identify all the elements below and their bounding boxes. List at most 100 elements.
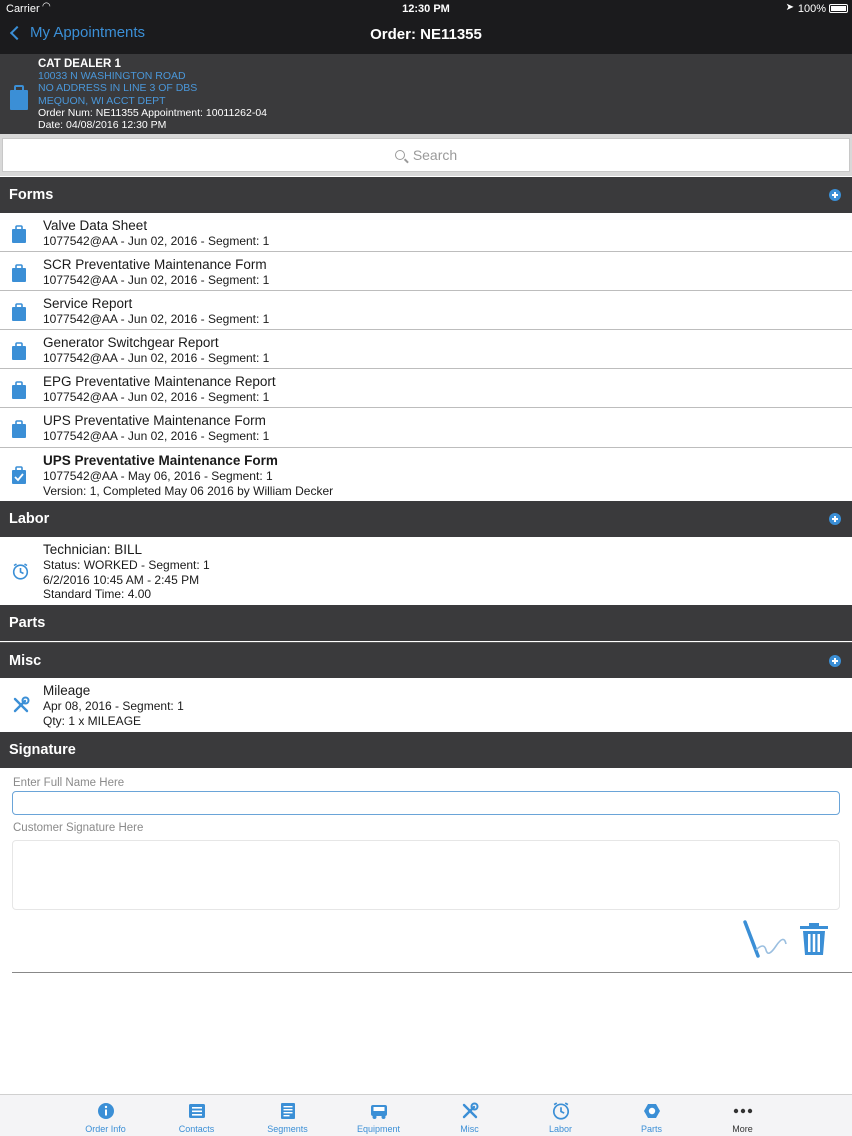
signature-label: Customer Signature Here <box>13 822 144 834</box>
tab-label: Misc <box>460 1124 479 1134</box>
tab-order-info[interactable]: Order Info <box>60 1095 151 1136</box>
labor-time-range: 6/2/2016 10:45 AM - 2:45 PM <box>43 572 200 587</box>
form-subtitle: 1077542@AA - May 06, 2016 - Segment: 1 <box>43 469 273 483</box>
contacts-icon <box>188 1104 205 1118</box>
signature-pad[interactable] <box>12 840 840 910</box>
section-title-parts: Parts <box>9 615 46 631</box>
form-row[interactable]: SCR Preventative Maintenance Form 107754… <box>0 252 852 291</box>
form-row[interactable]: EPG Preventative Maintenance Report 1077… <box>0 369 852 408</box>
tab-label: Parts <box>640 1124 662 1134</box>
tab-equipment[interactable]: Equipment <box>333 1095 424 1136</box>
tab-label: Order Info <box>85 1124 126 1134</box>
tab-label: Equipment <box>356 1124 401 1134</box>
tab-label: Segments <box>267 1124 308 1134</box>
add-misc-button[interactable] <box>829 655 841 667</box>
tools-icon <box>462 1102 478 1119</box>
form-title: Service Report <box>43 296 133 311</box>
battery-percent: 100% <box>797 3 826 15</box>
form-subtitle: 1077542@AA - Jun 02, 2016 - Segment: 1 <box>43 312 270 326</box>
tab-label: More <box>732 1124 753 1134</box>
clipboard-icon <box>12 381 26 399</box>
tab-bar: Order Info Contacts Segments Equipment M… <box>0 1094 852 1136</box>
signature-divider <box>12 972 852 973</box>
tab-labor[interactable]: Labor <box>515 1095 606 1136</box>
form-completion-info: Version: 1, Completed May 06 2016 by Wil… <box>43 483 334 498</box>
form-subtitle: 1077542@AA - Jun 02, 2016 - Segment: 1 <box>43 273 270 287</box>
misc-row[interactable]: Mileage Apr 08, 2016 - Segment: 1 Qty: 1… <box>0 678 852 732</box>
labor-technician: Technician: BILL <box>43 542 143 557</box>
tab-more[interactable]: More <box>697 1095 788 1136</box>
section-header-labor: Labor <box>0 501 852 537</box>
tab-misc[interactable]: Misc <box>424 1095 515 1136</box>
page-title: Order: NE11355 <box>370 26 482 43</box>
section-header-signature: Signature <box>0 732 852 768</box>
trash-icon[interactable] <box>798 922 830 956</box>
form-subtitle: 1077542@AA - Jun 02, 2016 - Segment: 1 <box>43 351 270 365</box>
section-header-parts: Parts <box>0 605 852 641</box>
status-bar: Carrier ◠ 12:30 PM ➤ 100% <box>0 0 852 17</box>
clock-icon <box>12 563 29 580</box>
full-name-input[interactable] <box>12 791 840 815</box>
order-header: CAT DEALER 1 10033 N WASHINGTON ROAD NO … <box>0 54 852 134</box>
labor-standard-time: Standard Time: 4.00 <box>43 587 152 601</box>
misc-date: Apr 08, 2016 - Segment: 1 <box>43 699 184 713</box>
labor-row[interactable]: Technician: BILL Status: WORKED - Segmen… <box>0 537 852 605</box>
form-row[interactable]: Generator Switchgear Report 1077542@AA -… <box>0 330 852 369</box>
section-title-signature: Signature <box>9 742 76 758</box>
tools-icon <box>13 696 30 713</box>
add-form-button[interactable] <box>829 189 841 201</box>
order-number-line: Order Num: NE11355 Appointment: 10011262… <box>38 106 268 119</box>
battery-icon <box>829 4 848 13</box>
name-field-label: Enter Full Name Here <box>13 777 125 789</box>
search-input[interactable]: Search <box>2 138 850 172</box>
misc-quantity: Qty: 1 x MILEAGE <box>43 713 142 728</box>
clipboard-icon <box>12 342 26 360</box>
clipboard-icon <box>12 225 26 243</box>
signature-area: Enter Full Name Here Customer Signature … <box>0 768 852 978</box>
clock-icon <box>552 1102 569 1120</box>
tab-label: Contacts <box>178 1124 215 1134</box>
form-title: Generator Switchgear Report <box>43 335 219 350</box>
pen-sign-icon[interactable] <box>742 920 788 960</box>
clipboard-icon <box>12 303 26 321</box>
misc-title: Mileage <box>43 683 91 698</box>
section-title-misc: Misc <box>9 652 42 669</box>
address-line-1[interactable]: 10033 N WASHINGTON ROAD <box>38 70 267 82</box>
section-title-labor: Labor <box>9 511 50 527</box>
tab-label: Labor <box>548 1124 573 1134</box>
form-title: Valve Data Sheet <box>43 218 148 233</box>
address-line-3[interactable]: MEQUON, WI ACCT DEPT <box>38 95 267 107</box>
labor-status: Status: WORKED - Segment: 1 <box>43 558 210 572</box>
form-subtitle: 1077542@AA - Jun 02, 2016 - Segment: 1 <box>43 390 270 404</box>
form-subtitle: 1077542@AA - Jun 02, 2016 - Segment: 1 <box>43 429 270 443</box>
section-header-misc: Misc <box>0 642 852 678</box>
clipboard-icon <box>12 420 26 438</box>
clipboard-icon <box>12 264 26 282</box>
tab-segments[interactable]: Segments <box>242 1095 333 1136</box>
info-icon <box>97 1103 114 1119</box>
section-title-forms: Forms <box>9 187 54 203</box>
dealer-name: CAT DEALER 1 <box>38 58 121 70</box>
search-bar: Search <box>0 134 852 176</box>
clipboard-check-icon <box>12 466 26 484</box>
form-row[interactable]: UPS Preventative Maintenance Form 107754… <box>0 408 852 448</box>
form-row[interactable]: Service Report 1077542@AA - Jun 02, 2016… <box>0 291 852 330</box>
order-date-line: Date: 04/08/2016 12:30 PM <box>38 119 167 132</box>
status-time: 12:30 PM <box>402 3 450 15</box>
form-title: SCR Preventative Maintenance Form <box>43 257 267 272</box>
section-header-forms: Forms <box>0 177 852 213</box>
form-title: UPS Preventative Maintenance Form <box>43 453 278 468</box>
form-row[interactable]: Valve Data Sheet 1077542@AA - Jun 02, 20… <box>0 213 852 252</box>
form-title: EPG Preventative Maintenance Report <box>43 374 276 389</box>
tab-contacts[interactable]: Contacts <box>151 1095 242 1136</box>
clipboard-icon <box>10 85 28 110</box>
search-placeholder: Search <box>412 147 458 163</box>
tab-parts[interactable]: Parts <box>606 1095 697 1136</box>
form-subtitle: 1077542@AA - Jun 02, 2016 - Segment: 1 <box>43 234 270 248</box>
nav-bar: My Appointments Order: NE11355 <box>0 17 852 54</box>
add-labor-button[interactable] <box>829 513 841 525</box>
form-row-completed[interactable]: UPS Preventative Maintenance Form 107754… <box>0 448 852 501</box>
address-line-2[interactable]: NO ADDRESS IN LINE 3 OF DBS <box>38 82 267 94</box>
hex-nut-icon <box>643 1104 660 1118</box>
location-arrow-icon: ➤ <box>785 2 794 13</box>
